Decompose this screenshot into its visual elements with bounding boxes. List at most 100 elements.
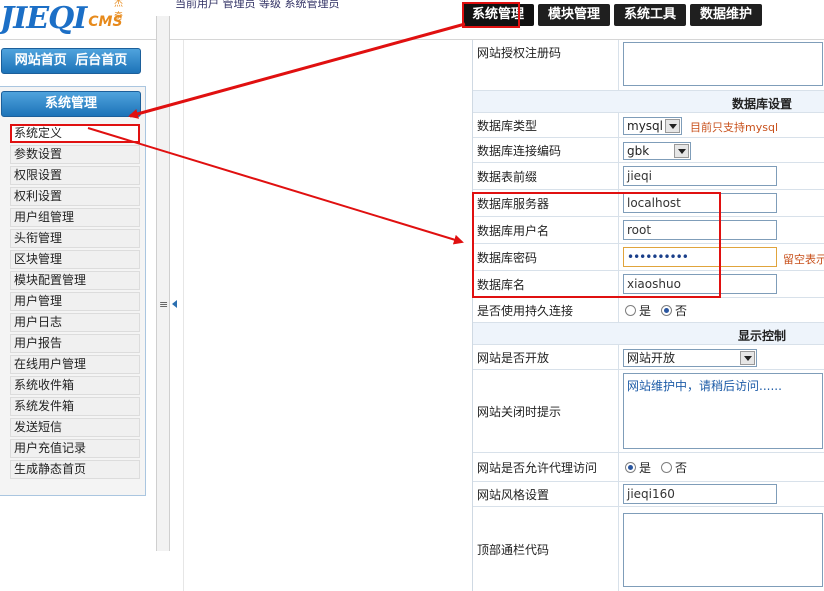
proxy-yes-text: 是	[639, 460, 652, 475]
db-type-value: mysql	[627, 119, 663, 133]
topbar-textarea[interactable]	[623, 513, 823, 587]
sidebar-item-titles[interactable]: 头衔管理	[10, 229, 140, 248]
db-host-cell: localhost	[620, 190, 824, 216]
row-theme: 网站风格设置 jieqi160	[473, 482, 824, 507]
logo-sub-text: 杰奇	[114, 0, 124, 22]
jieqi-cms-logo: JIEQI CMS 杰奇	[0, 0, 123, 34]
db-persist-yes[interactable]: 是	[625, 302, 651, 319]
proxy-radios: 是 否	[625, 453, 687, 481]
close-msg-textarea[interactable]: 网站维护中，请稍后访问......	[623, 373, 823, 449]
close-msg-label: 网站关闭时提示	[473, 370, 619, 452]
chevron-down-icon	[665, 119, 680, 133]
sidebar-item-send-sms[interactable]: 发送短信	[10, 418, 140, 437]
sidebar-item-blocks[interactable]: 区块管理	[10, 250, 140, 269]
row-db-persist: 是否使用持久连接 是 否	[473, 298, 824, 323]
sidebar-item-module-config[interactable]: 模块配置管理	[10, 271, 140, 290]
admin-home-link[interactable]: 后台首页	[75, 53, 127, 68]
sidebar-item-user-logs[interactable]: 用户日志	[10, 313, 140, 332]
sidebar-item-static-home[interactable]: 生成静态首页	[10, 460, 140, 479]
sidebar-item-users[interactable]: 用户管理	[10, 292, 140, 311]
sidebar-item-system-definition[interactable]: 系统定义	[10, 124, 140, 143]
row-db-user: 数据库用户名 root	[473, 217, 824, 244]
row-site-open: 网站是否开放 网站开放	[473, 345, 824, 370]
row-db-type: 数据库类型 mysql 目前只支持mysql	[473, 113, 824, 138]
sidebar-scrollbar[interactable]	[156, 16, 170, 551]
menu-grip-icon[interactable]: ≡	[159, 298, 168, 311]
row-db-charset: 数据库连接编码 gbk	[473, 138, 824, 163]
db-name-input[interactable]: xiaoshuo	[623, 274, 777, 294]
row-db-pass: 数据库密码 •••••••••• 留空表示	[473, 244, 824, 271]
license-cell	[620, 40, 824, 90]
db-section-header: 数据库设置	[473, 91, 824, 113]
proxy-no[interactable]: 否	[661, 459, 687, 476]
tab-system-management[interactable]: 系统管理	[462, 4, 535, 26]
theme-cell: jieqi160	[620, 482, 824, 506]
db-prefix-cell: jieqi	[620, 163, 824, 189]
sidebar-item-user-reports[interactable]: 用户报告	[10, 334, 140, 353]
db-persist-radios: 是 否	[625, 298, 687, 322]
db-type-cell: mysql 目前只支持mysql	[620, 113, 824, 137]
radio-checked-icon	[661, 304, 673, 316]
user-info-line: 当前用户 管理员 等级 系统管理员	[175, 0, 340, 10]
db-prefix-label: 数据表前缀	[473, 163, 619, 189]
display-section-title: 显示控制	[738, 329, 787, 343]
db-pass-input[interactable]: ••••••••••	[623, 247, 777, 267]
db-type-label: 数据库类型	[473, 113, 619, 137]
top-nav: 系统管理 模块管理 系统工具 数据维护	[462, 4, 763, 26]
topbar-label: 顶部通栏代码	[473, 507, 619, 591]
chevron-down-icon	[674, 144, 689, 158]
tab-system-tools[interactable]: 系统工具	[614, 4, 687, 26]
license-label: 网站授权注册码	[473, 40, 619, 90]
tab-data-maintenance[interactable]: 数据维护	[690, 4, 763, 26]
db-charset-select[interactable]: gbk	[623, 142, 691, 160]
db-type-select[interactable]: mysql	[623, 117, 682, 135]
frame-divider	[183, 40, 184, 591]
sidebar-item-user-groups[interactable]: 用户组管理	[10, 208, 140, 227]
radio-checked-icon	[625, 461, 636, 473]
proxy-label: 网站是否允许代理访问	[473, 453, 619, 481]
row-proxy: 网站是否允许代理访问 是 否	[473, 453, 824, 482]
sidebar-item-parameters[interactable]: 参数设置	[10, 145, 140, 164]
topbar-cell	[620, 507, 824, 591]
db-persist-no[interactable]: 否	[661, 302, 687, 319]
db-charset-cell: gbk	[620, 138, 824, 162]
db-section-title: 数据库设置	[732, 97, 793, 111]
collapse-left-icon[interactable]	[172, 300, 177, 308]
close-msg-cell: 网站维护中，请稍后访问......	[620, 370, 824, 452]
db-persist-no-text: 否	[675, 303, 688, 318]
db-pass-cell: •••••••••• 留空表示	[620, 244, 824, 270]
sidebar-item-online-users[interactable]: 在线用户管理	[10, 355, 140, 374]
db-host-input[interactable]: localhost	[623, 193, 777, 213]
row-db-host: 数据库服务器 localhost	[473, 190, 824, 217]
radio-icon	[625, 304, 636, 316]
menu-list: 系统定义 参数设置 权限设置 权利设置 用户组管理 头衔管理 区块管理 模块配置…	[10, 124, 140, 481]
sidebar-item-outbox[interactable]: 系统发件箱	[10, 397, 140, 416]
sidebar-item-inbox[interactable]: 系统收件箱	[10, 376, 140, 395]
site-home-link[interactable]: 网站首页	[15, 53, 67, 68]
db-user-cell: root	[620, 217, 824, 243]
db-charset-value: gbk	[627, 144, 650, 158]
db-user-label: 数据库用户名	[473, 217, 619, 243]
row-db-prefix: 数据表前缀 jieqi	[473, 163, 824, 190]
db-prefix-input[interactable]: jieqi	[623, 166, 777, 186]
site-open-value: 网站开放	[627, 351, 676, 365]
db-charset-label: 数据库连接编码	[473, 138, 619, 162]
proxy-yes[interactable]: 是	[625, 459, 651, 476]
chevron-down-icon	[740, 351, 755, 365]
db-user-input[interactable]: root	[623, 220, 777, 240]
db-name-cell: xiaoshuo	[620, 271, 824, 297]
menu-title[interactable]: 系统管理	[1, 91, 141, 117]
sidebar-item-rights[interactable]: 权利设置	[10, 187, 140, 206]
top-header: JIEQI CMS 杰奇 当前用户 管理员 等级 系统管理员 系统管理 模块管理…	[0, 0, 824, 40]
db-pass-hint: 留空表示	[783, 253, 824, 266]
db-host-label: 数据库服务器	[473, 190, 619, 216]
tab-module-management[interactable]: 模块管理	[538, 4, 611, 26]
row-close-msg: 网站关闭时提示 网站维护中，请稍后访问......	[473, 370, 824, 453]
sidebar-item-permissions[interactable]: 权限设置	[10, 166, 140, 185]
row-topbar: 顶部通栏代码	[473, 507, 824, 591]
sidebar-item-recharge-records[interactable]: 用户充值记录	[10, 439, 140, 458]
site-open-select[interactable]: 网站开放	[623, 349, 757, 367]
license-textarea[interactable]	[623, 42, 823, 86]
theme-input[interactable]: jieqi160	[623, 484, 777, 504]
system-menu-panel: 系统管理 系统定义 参数设置 权限设置 权利设置 用户组管理 头衔管理 区块管理…	[0, 86, 146, 496]
